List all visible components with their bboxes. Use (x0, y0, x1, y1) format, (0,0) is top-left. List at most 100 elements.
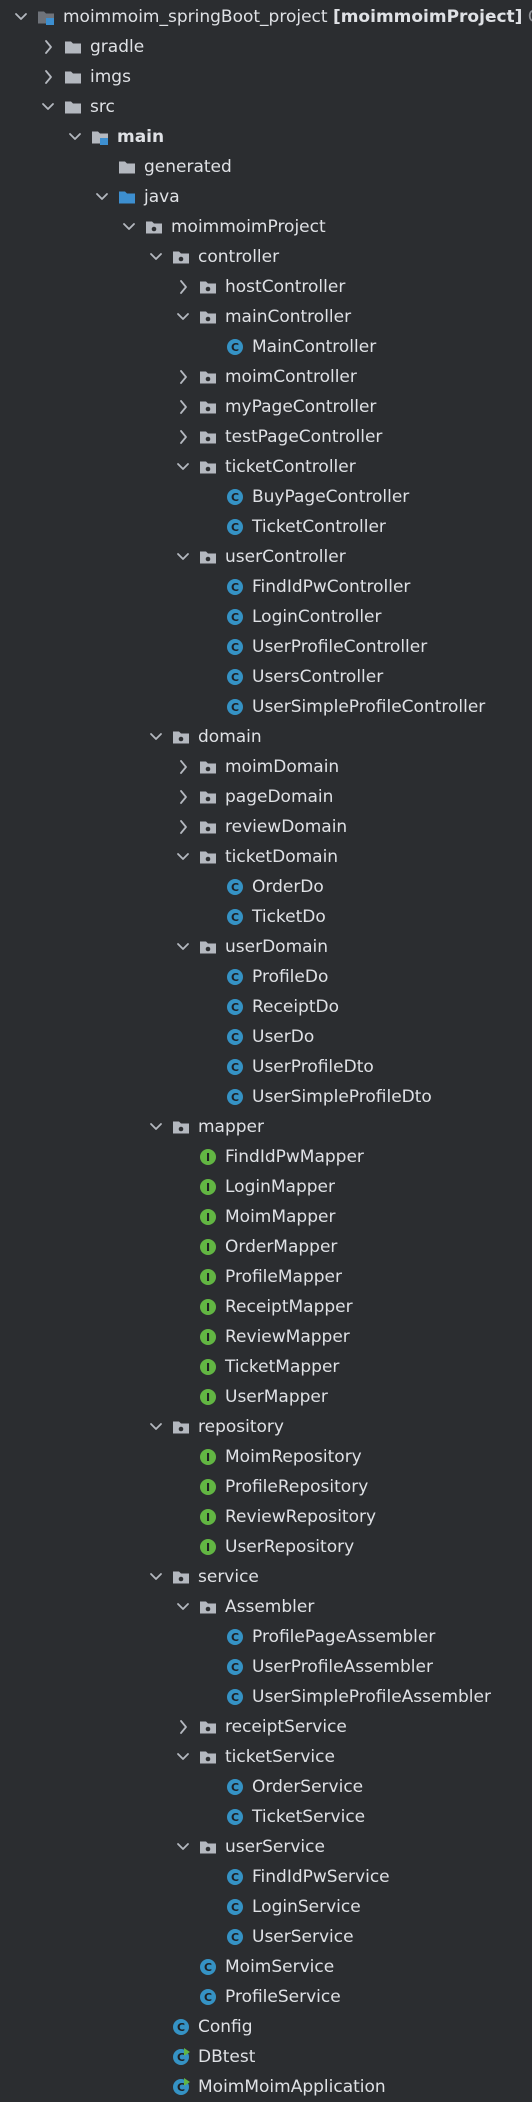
tree-row[interactable]: C UserService (0, 1922, 532, 1952)
tree-row[interactable]: C UserSimpleProfileAssembler (0, 1682, 532, 1712)
tree-row[interactable]: src (0, 92, 532, 122)
tree-row[interactable]: I MoimMapper (0, 1202, 532, 1232)
chevron-right-icon[interactable] (175, 362, 191, 392)
tree-item-label: reviewDomain (225, 817, 348, 837)
chevron-down-icon[interactable] (148, 722, 164, 752)
tree-row[interactable]: hostController (0, 272, 532, 302)
tree-row[interactable]: I ProfileRepository (0, 1472, 532, 1502)
tree-row[interactable]: service (0, 1562, 532, 1592)
tree-row[interactable]: C ReceiptDo (0, 992, 532, 1022)
tree-row[interactable]: myPageController (0, 392, 532, 422)
tree-row[interactable]: C MoimService (0, 1952, 532, 1982)
tree-row[interactable]: ticketService (0, 1742, 532, 1772)
tree-row[interactable]: moimmoimProject (0, 212, 532, 242)
tree-row[interactable]: C MoimMoimApplication (0, 2072, 532, 2102)
tree-row[interactable]: mainController (0, 302, 532, 332)
tree-row[interactable]: moimController (0, 362, 532, 392)
tree-row[interactable]: C TicketController (0, 512, 532, 542)
tree-row[interactable]: main (0, 122, 532, 152)
chevron-down-icon[interactable] (148, 1412, 164, 1442)
tree-row[interactable]: C FindIdPwService (0, 1862, 532, 1892)
tree-row[interactable]: I ReviewMapper (0, 1322, 532, 1352)
tree-row[interactable]: moimmoim_springBoot_project [moimmoimPro… (0, 2, 532, 32)
chevron-down-icon[interactable] (121, 212, 137, 242)
chevron-down-icon[interactable] (175, 302, 191, 332)
tree-row[interactable]: java (0, 182, 532, 212)
chevron-down-icon[interactable] (13, 2, 29, 32)
tree-row[interactable]: C UserProfileController (0, 632, 532, 662)
tree-row[interactable]: ticketDomain (0, 842, 532, 872)
tree-row[interactable]: userDomain (0, 932, 532, 962)
chevron-down-icon[interactable] (40, 92, 56, 122)
tree-row[interactable]: C OrderDo (0, 872, 532, 902)
tree-row[interactable]: C ProfileDo (0, 962, 532, 992)
tree-row[interactable]: C OrderService (0, 1772, 532, 1802)
tree-row[interactable]: C LoginService (0, 1892, 532, 1922)
chevron-down-icon[interactable] (175, 932, 191, 962)
tree-row[interactable]: controller (0, 242, 532, 272)
tree-row[interactable]: C Config (0, 2012, 532, 2042)
tree-row[interactable]: moimDomain (0, 752, 532, 782)
tree-row[interactable]: C BuyPageController (0, 482, 532, 512)
chevron-right-icon[interactable] (40, 62, 56, 92)
tree-row[interactable]: I ProfileMapper (0, 1262, 532, 1292)
chevron-down-icon[interactable] (67, 122, 83, 152)
tree-row[interactable]: I UserMapper (0, 1382, 532, 1412)
chevron-down-icon[interactable] (148, 242, 164, 272)
tree-row[interactable]: repository (0, 1412, 532, 1442)
tree-row[interactable]: reviewDomain (0, 812, 532, 842)
chevron-down-icon[interactable] (94, 182, 110, 212)
tree-row[interactable]: I OrderMapper (0, 1232, 532, 1262)
chevron-down-icon[interactable] (175, 1832, 191, 1862)
tree-row[interactable]: C LoginController (0, 602, 532, 632)
chevron-down-icon[interactable] (175, 452, 191, 482)
tree-row[interactable]: C ProfileService (0, 1982, 532, 2012)
chevron-right-icon[interactable] (40, 32, 56, 62)
chevron-down-icon[interactable] (148, 1562, 164, 1592)
chevron-right-icon[interactable] (175, 752, 191, 782)
tree-row[interactable]: receiptService (0, 1712, 532, 1742)
tree-row[interactable]: I UserRepository (0, 1532, 532, 1562)
tree-row[interactable]: C ProfilePageAssembler (0, 1622, 532, 1652)
chevron-right-icon[interactable] (175, 812, 191, 842)
chevron-down-icon[interactable] (175, 1592, 191, 1622)
tree-row[interactable]: userController (0, 542, 532, 572)
chevron-down-icon[interactable] (175, 842, 191, 872)
tree-row[interactable]: C UserDo (0, 1022, 532, 1052)
tree-row[interactable]: generated (0, 152, 532, 182)
tree-row[interactable]: C FindIdPwController (0, 572, 532, 602)
tree-row[interactable]: Assembler (0, 1592, 532, 1622)
chevron-down-icon[interactable] (175, 542, 191, 572)
chevron-right-icon[interactable] (175, 272, 191, 302)
tree-row[interactable]: I LoginMapper (0, 1172, 532, 1202)
tree-row[interactable]: mapper (0, 1112, 532, 1142)
tree-row[interactable]: I ReceiptMapper (0, 1292, 532, 1322)
tree-row[interactable]: userService (0, 1832, 532, 1862)
chevron-right-icon[interactable] (175, 422, 191, 452)
chevron-right-icon[interactable] (175, 392, 191, 422)
chevron-down-icon[interactable] (175, 1742, 191, 1772)
tree-row[interactable]: I MoimRepository (0, 1442, 532, 1472)
tree-row[interactable]: C UserSimpleProfileController (0, 692, 532, 722)
tree-row[interactable]: I FindIdPwMapper (0, 1142, 532, 1172)
tree-row[interactable]: C UserSimpleProfileDto (0, 1082, 532, 1112)
tree-row[interactable]: imgs (0, 62, 532, 92)
chevron-right-icon[interactable] (175, 1712, 191, 1742)
tree-row[interactable]: testPageController (0, 422, 532, 452)
tree-row[interactable]: pageDomain (0, 782, 532, 812)
class-icon: C (226, 1898, 244, 1916)
tree-row[interactable]: gradle (0, 32, 532, 62)
tree-row[interactable]: I ReviewRepository (0, 1502, 532, 1532)
tree-row[interactable]: C TicketDo (0, 902, 532, 932)
tree-row[interactable]: C UsersController (0, 662, 532, 692)
tree-row[interactable]: C UserProfileDto (0, 1052, 532, 1082)
tree-row[interactable]: C MainController (0, 332, 532, 362)
tree-row[interactable]: C DBtest (0, 2042, 532, 2072)
tree-row[interactable]: domain (0, 722, 532, 752)
tree-row[interactable]: C UserProfileAssembler (0, 1652, 532, 1682)
chevron-right-icon[interactable] (175, 782, 191, 812)
tree-row[interactable]: C TicketService (0, 1802, 532, 1832)
tree-row[interactable]: I TicketMapper (0, 1352, 532, 1382)
tree-row[interactable]: ticketController (0, 452, 532, 482)
chevron-down-icon[interactable] (148, 1112, 164, 1142)
